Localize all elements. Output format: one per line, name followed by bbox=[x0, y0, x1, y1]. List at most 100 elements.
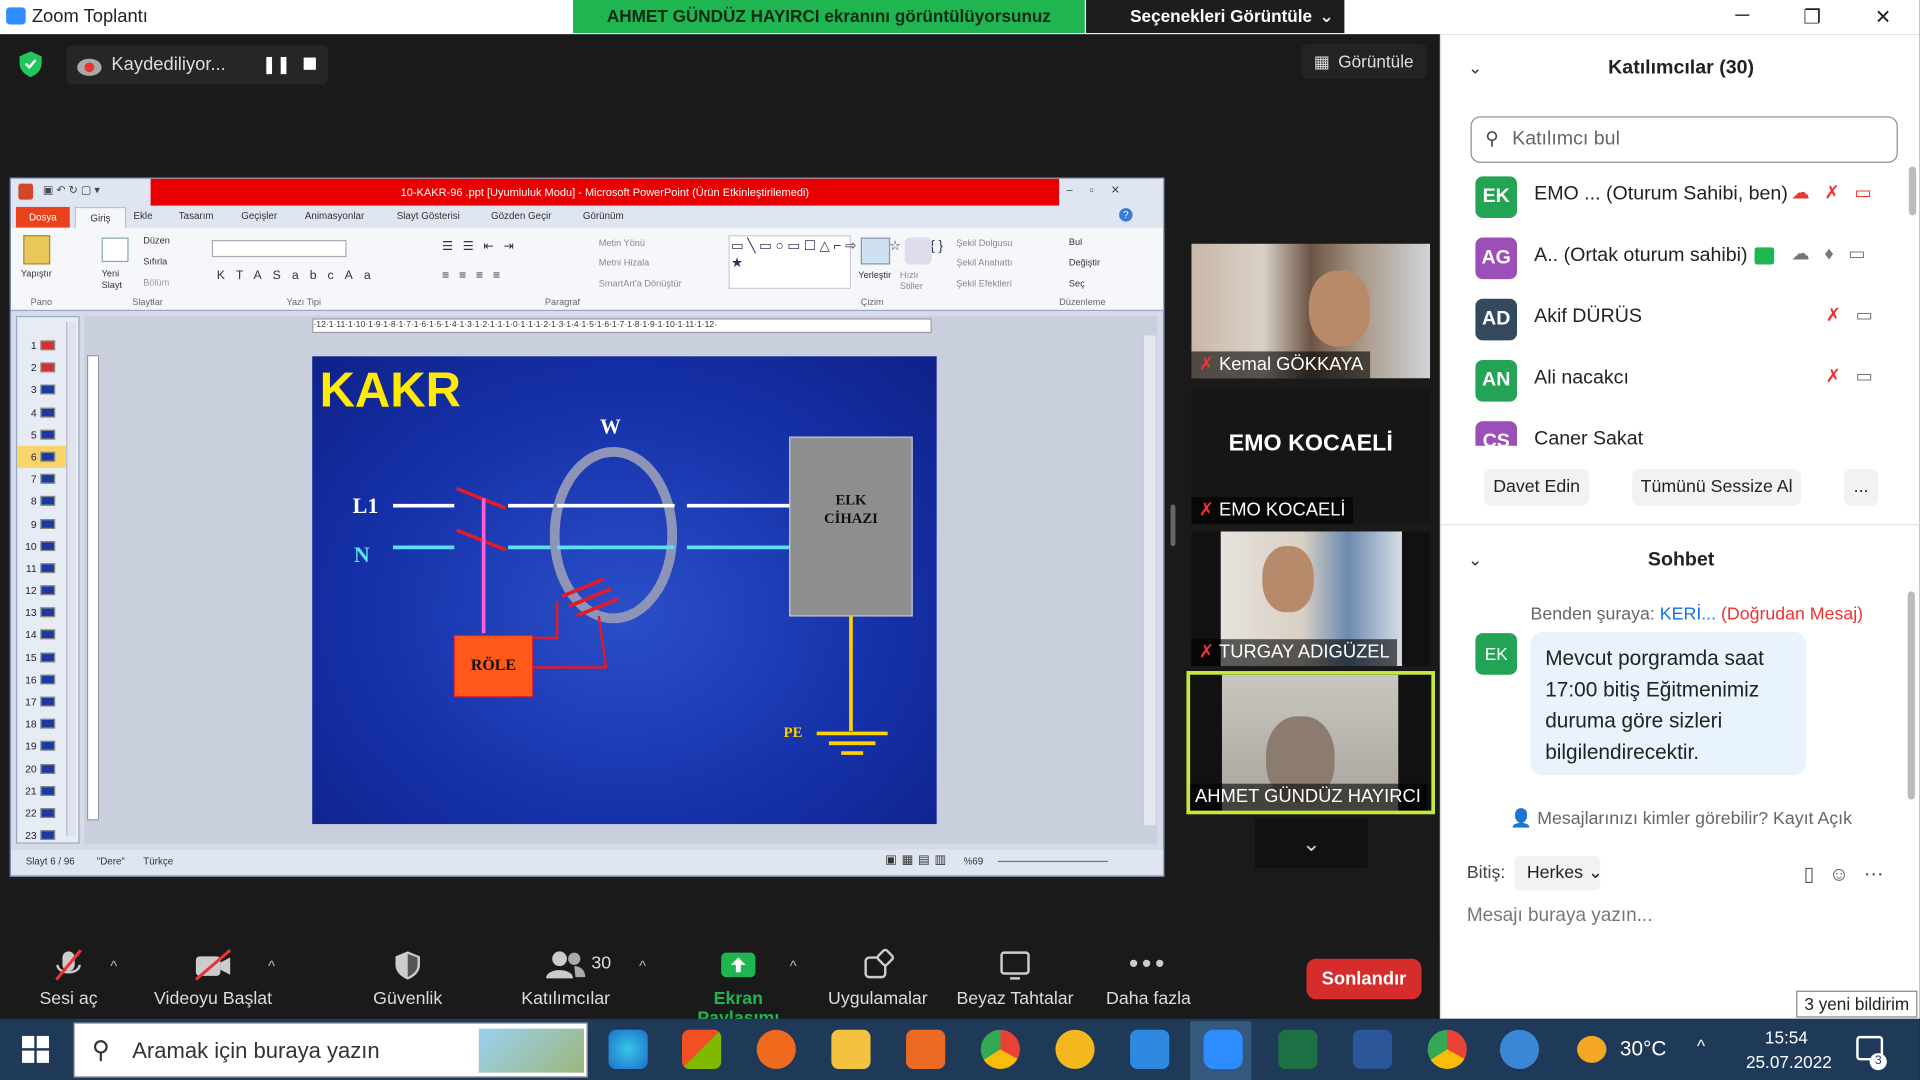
tab-gozden-gecir[interactable]: Gözden Geçir bbox=[491, 211, 551, 222]
video-options-caret-icon[interactable]: ^ bbox=[268, 958, 275, 975]
video-tile-turgay[interactable]: ✗ TURGAY ADIGÜZEL bbox=[1191, 531, 1431, 667]
tab-animasyonlar[interactable]: Animasyonlar bbox=[305, 211, 364, 222]
new-slide-icon[interactable] bbox=[101, 237, 129, 263]
app-rocket-icon[interactable] bbox=[906, 1029, 946, 1069]
slide-thumbnail-item[interactable]: 13 bbox=[17, 602, 66, 624]
invite-button[interactable]: Davet Edin bbox=[1483, 468, 1590, 506]
video-tile-emo[interactable]: EMO KOCAELİ ✗ EMO KOCAELİ bbox=[1191, 389, 1431, 525]
list-icons[interactable]: ☰☰⇤⇥ bbox=[442, 240, 524, 253]
chat-visibility-note[interactable]: 👤 Mesajlarınızı kimler görebilir? Kayıt A… bbox=[1441, 808, 1920, 829]
store-icon[interactable] bbox=[681, 1029, 722, 1069]
shape-outline-button[interactable]: Şekil Anahattı bbox=[956, 257, 1012, 268]
help-app-icon[interactable] bbox=[1499, 1029, 1540, 1069]
windows-start-icon[interactable] bbox=[22, 1035, 49, 1063]
font-name-select[interactable] bbox=[211, 240, 347, 258]
chrome-profile-icon[interactable] bbox=[1427, 1029, 1467, 1069]
slide-panel-scrollbar[interactable] bbox=[66, 322, 76, 837]
slide-thumbnail-panel[interactable]: 1 2 3 4 5 6 7 8 9 10 11 12 13 14 15 16 17 18 19 20 21 22 23 bbox=[15, 315, 80, 846]
font-format-icons[interactable]: KTASabcAa bbox=[217, 269, 382, 282]
smartart-button[interactable]: SmartArt'a Dönüştür bbox=[599, 278, 682, 289]
slide-thumbnail-item[interactable]: 23 bbox=[17, 824, 66, 846]
slide-thumbnail-item[interactable]: 14 bbox=[17, 624, 66, 646]
align-text-button[interactable]: Metni Hizala bbox=[599, 257, 650, 268]
restore-icon[interactable]: ❐ bbox=[1797, 5, 1826, 29]
quick-styles-icon[interactable] bbox=[904, 237, 932, 265]
vertical-scrollbar[interactable] bbox=[1142, 335, 1156, 826]
zoom-taskbar-icon[interactable] bbox=[1203, 1029, 1243, 1069]
close-icon[interactable]: ✕ bbox=[1868, 5, 1897, 29]
word-icon[interactable] bbox=[1352, 1029, 1393, 1069]
mail-icon[interactable] bbox=[1130, 1029, 1170, 1069]
app-orange-icon[interactable] bbox=[756, 1029, 796, 1069]
slide-thumbnail-item[interactable]: 20 bbox=[17, 757, 66, 779]
view-button[interactable]: ▦ Görüntüle bbox=[1301, 44, 1427, 79]
video-tile-kemal[interactable]: ✗ Kemal GÖKKAYA bbox=[1191, 243, 1431, 379]
chat-recipient-link[interactable]: KERİ... bbox=[1660, 605, 1716, 625]
edge-icon[interactable] bbox=[608, 1029, 648, 1069]
slide-thumbnail-item[interactable]: 8 bbox=[17, 490, 66, 512]
slide-thumbnail-item[interactable]: 10 bbox=[17, 535, 66, 557]
slide-thumbnail-item[interactable]: 11 bbox=[17, 557, 66, 579]
layout-button[interactable]: Düzen bbox=[143, 235, 170, 246]
slide-thumbnail-item[interactable]: 3 bbox=[17, 379, 66, 401]
chat-scrollbar[interactable] bbox=[1907, 591, 1915, 800]
tab-gorunum[interactable]: Görünüm bbox=[583, 211, 624, 222]
tab-giris[interactable]: Giriş bbox=[74, 206, 127, 228]
more-button[interactable]: ••• Daha fazla bbox=[1081, 940, 1216, 1018]
tab-gecisler[interactable]: Geçişler bbox=[241, 211, 277, 222]
slide-thumbnail-item[interactable]: 18 bbox=[17, 713, 66, 735]
slide-thumbnail-item[interactable]: 15 bbox=[17, 646, 66, 668]
slide-thumbnail-item[interactable]: 7 bbox=[17, 468, 66, 490]
weather-temp[interactable]: 30°C bbox=[1620, 1037, 1667, 1061]
paste-icon[interactable] bbox=[23, 235, 51, 265]
quick-access-icon[interactable]: ▣ ↶ ↻ ▢ ▾ bbox=[43, 184, 100, 197]
participant-row[interactable]: AD Akif DÜRÜS ✗▭ bbox=[1441, 289, 1906, 350]
chat-message-input[interactable]: Mesajı buraya yazın... bbox=[1467, 905, 1653, 927]
ppt-window-controls-icon[interactable]: –▫✕ bbox=[1066, 184, 1137, 197]
slide-thumbnail-item[interactable]: 1 bbox=[17, 334, 66, 356]
participant-search-input[interactable]: ⚲ Katılımcı bul bbox=[1470, 116, 1898, 163]
participant-row[interactable]: CS Caner Sakat bbox=[1441, 411, 1906, 446]
tab-slayt-gosterisi[interactable]: Slayt Gösterisi bbox=[397, 211, 460, 222]
tab-tasarim[interactable]: Tasarım bbox=[179, 211, 214, 222]
tab-ekle[interactable]: Ekle bbox=[133, 211, 152, 222]
stop-recording-icon[interactable] bbox=[303, 57, 316, 70]
tab-dosya[interactable]: Dosya bbox=[15, 206, 70, 228]
arrange-icon[interactable] bbox=[860, 237, 891, 265]
shape-fill-button[interactable]: Şekil Dolgusu bbox=[956, 238, 1012, 249]
shield-check-icon[interactable] bbox=[17, 49, 44, 78]
security-button[interactable]: Güvenlik bbox=[340, 940, 475, 1018]
find-button[interactable]: Bul bbox=[1069, 236, 1082, 247]
slide-thumbnail-item[interactable]: 6 bbox=[17, 445, 67, 468]
participant-row[interactable]: AN Ali nacakcı ✗▭ bbox=[1441, 350, 1906, 411]
pause-recording-icon[interactable]: ❚❚ bbox=[262, 54, 291, 75]
share-screen-button[interactable]: Ekran Paylaşımı bbox=[671, 940, 806, 1029]
text-direction-button[interactable]: Metin Yönü bbox=[599, 238, 645, 249]
minimize-icon[interactable]: ─ bbox=[1728, 5, 1757, 29]
section-button[interactable]: Bölüm bbox=[143, 277, 169, 288]
replace-button[interactable]: Değiştir bbox=[1069, 257, 1100, 268]
slide-thumbnail-item[interactable]: 5 bbox=[17, 423, 66, 445]
slide-thumbnail-item[interactable]: 4 bbox=[17, 401, 66, 423]
taskbar-clock[interactable]: 15:54 25.07.2022 bbox=[1746, 1025, 1832, 1074]
align-icons[interactable]: ≡≡≡≡ bbox=[442, 269, 510, 282]
start-video-button[interactable]: Videoyu Başlat bbox=[146, 940, 281, 1018]
splitter-handle[interactable] bbox=[1170, 504, 1176, 547]
shape-effects-button[interactable]: Şekil Efektleri bbox=[956, 278, 1012, 289]
select-button[interactable]: Seç bbox=[1069, 278, 1085, 289]
scroll-tiles-down-icon[interactable]: ⌄ bbox=[1255, 819, 1368, 869]
slide-thumbnail-item[interactable]: 9 bbox=[17, 512, 66, 534]
unmute-button[interactable]: Sesi aç bbox=[1, 940, 136, 1018]
participants-more-button[interactable]: ... bbox=[1843, 468, 1879, 506]
end-meeting-button[interactable]: Sonlandır bbox=[1306, 958, 1422, 1000]
shapes-gallery[interactable]: ▭╲▭○▭☐△⌐⇨⇩◇☆⤷⌒{}★ bbox=[728, 235, 943, 289]
apps-button[interactable]: Uygulamalar bbox=[811, 940, 946, 1018]
help-icon[interactable]: ? bbox=[1119, 208, 1133, 222]
chat-recipient-select[interactable]: Herkes ⌄ bbox=[1514, 855, 1603, 891]
slide-thumbnail-item[interactable]: 12 bbox=[17, 579, 66, 601]
video-tile-ahmet-active-speaker[interactable]: AHMET GÜNDÜZ HAYIRCI bbox=[1186, 671, 1435, 815]
participants-button[interactable]: 30 Katılımcılar bbox=[498, 940, 633, 1018]
slide-thumbnail-item[interactable]: 16 bbox=[17, 668, 66, 690]
excel-icon[interactable] bbox=[1278, 1029, 1318, 1069]
new-notifications-badge[interactable]: 3 yeni bildirim bbox=[1796, 990, 1918, 1018]
